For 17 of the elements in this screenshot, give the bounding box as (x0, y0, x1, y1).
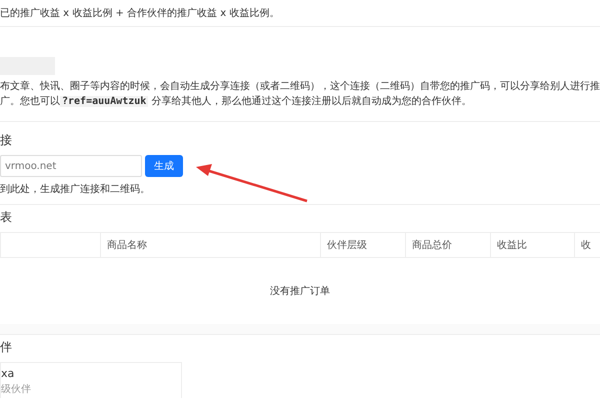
partner-level: 级伙伴 (1, 383, 32, 396)
column-header: 收 (574, 232, 600, 258)
description-text: 已的推广收益 x 收益比例 + 合作伙伴的推广收益 x 收益比例。 (0, 6, 280, 21)
empty-message: 没有推广订单 (269, 284, 331, 299)
partner-name: xa (1, 367, 16, 380)
generate-button[interactable]: 生成 (145, 155, 183, 177)
section-title: 表 (0, 209, 12, 226)
column-header: 商品总价 (406, 232, 490, 258)
url-input-field[interactable]: vrmoo.net (0, 155, 142, 177)
ref-code: ?ref=auuAwtzuk (60, 96, 148, 107)
column-header: 商品名称 (100, 232, 320, 258)
column-header: 收益比 (490, 232, 574, 258)
hint-text: 到此处，生成推广连接和二维码。 (0, 182, 150, 197)
section-title: 伴 (0, 339, 12, 356)
intro-paragraph: 布文章、快讯、圈子等内容的时候，会自动生成分享连接（或者二维码），这个连接（二维码）自带您的推广码，可以分享给别人进行推广。您也可以 ?ref=auuAwtzuk 分享给其他人，那么他通过这个连接注册以后就自动成为您的合作伙伴。 (0, 80, 600, 109)
section-title: 接 (0, 132, 12, 149)
column-header: 伙伴层级 (320, 232, 406, 258)
